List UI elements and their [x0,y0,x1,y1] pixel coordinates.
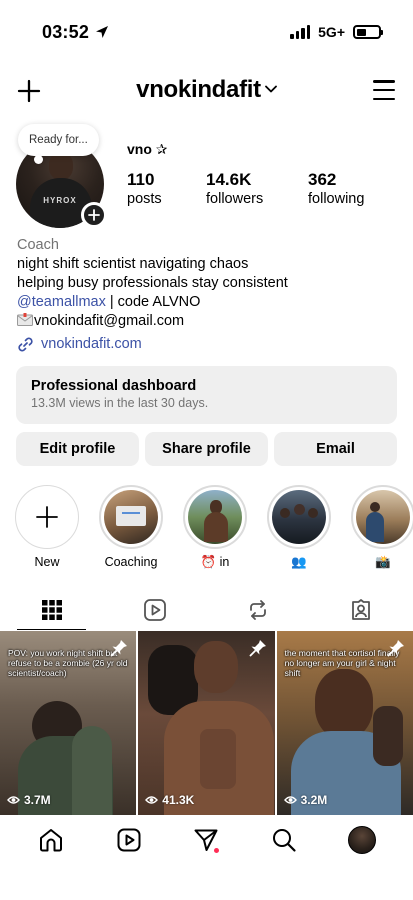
battery-icon [353,25,383,39]
tagged-person-icon [352,599,371,620]
email-button[interactable]: Email [274,432,397,466]
network-type: 5G+ [318,24,345,40]
time-text: 03:52 [42,22,90,42]
nav-search[interactable] [264,820,304,860]
play-count-icon [283,796,297,804]
highlight-cover [272,490,326,544]
plus-icon [36,506,58,528]
profile-stats: 110 posts 14.6K followers 362 following [127,170,364,209]
post-tile[interactable]: POV: you work night shift but refuse to … [0,631,137,815]
highlight-label: New [34,555,60,569]
highlight-cover [104,490,158,544]
play-count-icon [145,796,159,804]
bio: Coach night shift scientist navigating c… [17,236,288,354]
bio-code: | code ALVNO [105,294,201,310]
stat-label: posts [127,191,162,207]
website-url: vnokindafit.com [41,336,142,352]
post-grid: POV: you work night shift but refuse to … [0,631,413,815]
stat-posts[interactable]: 110 posts [127,170,206,209]
stat-label: following [308,191,365,207]
website-link[interactable]: vnokindafit.com [17,335,288,354]
profile-avatar-icon [348,826,377,854]
home-icon [39,829,62,852]
chevron-down-icon [264,80,277,98]
nav-home[interactable] [31,820,71,860]
pin-icon [387,639,405,662]
nav-messages[interactable] [186,820,226,860]
post-tile[interactable]: 41.3K [138,631,275,815]
highlight-coaching[interactable]: Coaching [99,485,163,570]
content-tabs [0,590,413,630]
display-name: vno ✰ [127,141,168,157]
profile-header: vnokindafit [0,70,413,110]
add-story-icon[interactable] [81,202,107,228]
nav-profile[interactable] [342,820,382,860]
stat-value: 14.6K [206,170,252,189]
dashboard-subtitle: 13.3M views in the last 30 days. [31,396,209,410]
professional-dashboard[interactable]: Professional dashboard 13.3M views in th… [16,366,397,424]
post-views: 3.2M [283,793,328,807]
tab-reposts[interactable] [207,590,310,630]
stat-following[interactable]: 362 following [308,170,364,209]
highlight-label: 👥 [291,555,307,569]
bottom-navigation [0,815,413,865]
play-count-icon [7,796,20,804]
share-profile-button[interactable]: Share profile [145,432,268,466]
status-indicators: 5G+ [290,24,383,40]
edit-profile-button[interactable]: Edit profile [16,432,139,466]
stat-value: 362 [308,170,337,189]
profile-category: Coach [17,237,59,253]
highlight-cover [188,490,242,544]
highlight-label: 📸 [375,555,391,569]
stat-value: 110 [127,170,155,189]
new-highlight-button[interactable] [15,485,79,549]
account-switcher[interactable]: vnokindafit [0,76,413,104]
views-count: 41.3K [162,793,195,807]
bio-line: @teamallmax | code ALVNO [17,293,288,312]
bio-line: night shift scientist navigating chaos [17,256,249,272]
highlight-alarm[interactable]: ⏰ in [183,485,247,570]
tab-reels[interactable] [103,590,206,630]
bio-line: vnokindafit@gmail.com [17,312,288,331]
post-views: 3.7M [7,793,51,807]
link-icon [18,337,33,352]
views-count: 3.7M [24,793,51,807]
status-time: 03:52 [42,22,109,44]
envelope-icon [17,313,33,326]
username-title: vnokindafit [136,76,261,103]
note-bubble[interactable]: Ready for... [18,124,99,164]
post-tile[interactable]: the moment that cortisol finally no long… [276,631,413,815]
mention-link[interactable]: @teamallmax [17,294,106,310]
dashboard-title: Professional dashboard [31,378,197,394]
status-bar: 03:52 5G+ [0,0,413,62]
profile-actions: Edit profile Share profile Email [16,432,397,466]
tab-tagged[interactable] [310,590,413,630]
highlight-label: ⏰ in [200,555,230,569]
highlight-camera[interactable]: 📸 [351,485,413,570]
views-count: 3.2M [300,793,328,807]
stat-followers[interactable]: 14.6K followers [206,170,308,209]
nav-reels[interactable] [109,820,149,860]
post-views: 41.3K [145,793,194,807]
story-highlights: New Coaching ⏰ in 👥 📸 [15,485,413,570]
menu-hamburger-icon[interactable] [373,80,395,100]
reels-icon [117,828,141,852]
signal-icon [290,25,311,39]
tab-grid[interactable] [0,590,103,630]
pin-icon [249,639,267,662]
battery-fill [356,28,366,36]
stat-label: followers [206,191,264,207]
search-icon [273,829,296,852]
repost-icon [250,600,267,620]
highlight-label: Coaching [104,555,158,569]
highlight-group[interactable]: 👥 [267,485,331,570]
grid-icon [41,600,62,620]
pin-icon [110,639,128,662]
highlight-new[interactable]: New [15,485,79,570]
reels-icon [143,599,166,621]
bio-line: helping busy professionals stay consiste… [17,275,288,291]
location-arrow-icon [95,23,109,44]
bio-email: vnokindafit@gmail.com [34,313,185,329]
highlight-cover [356,490,410,544]
